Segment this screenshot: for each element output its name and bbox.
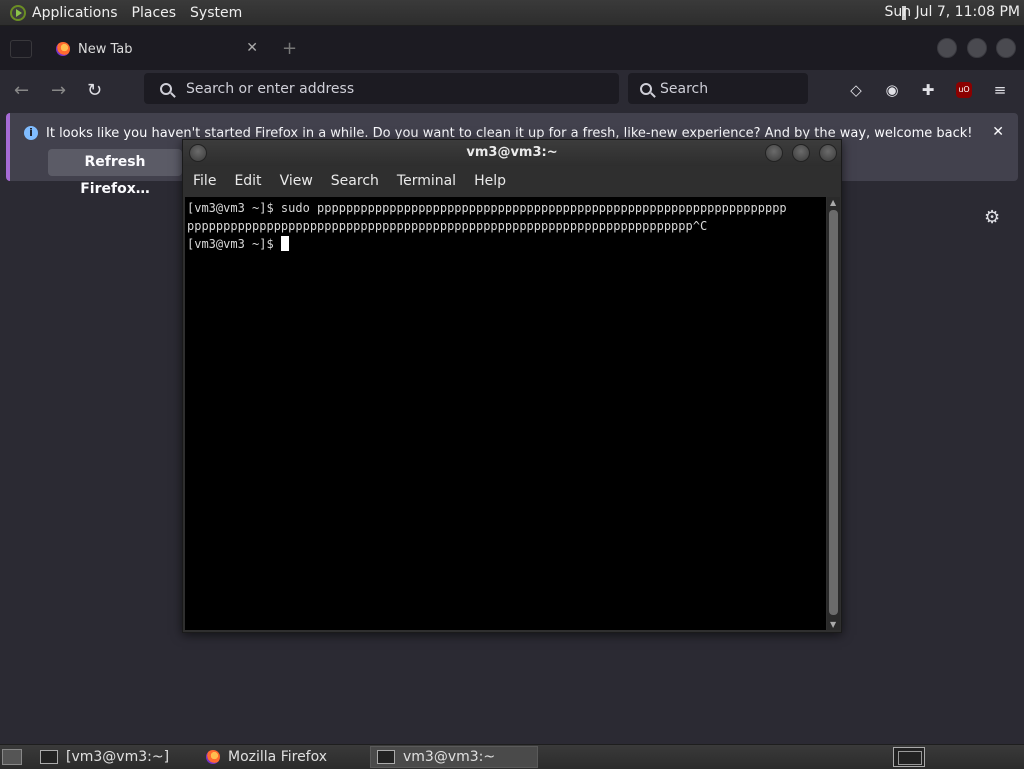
terminal-screen[interactable]: [vm3@vm3 ~]$ sudo pppppppppppppppppppppp…: [185, 197, 826, 630]
forward-arrow-icon[interactable]: →: [51, 80, 66, 101]
applications-menu[interactable]: Applications: [32, 5, 118, 21]
search-icon: [160, 82, 172, 95]
scroll-down-icon[interactable]: ▼: [830, 620, 836, 629]
info-icon: i: [24, 126, 38, 140]
scrollbar-thumb[interactable]: [829, 210, 838, 615]
terminal-title: vm3@vm3:~: [466, 145, 558, 160]
hamburger-menu-icon[interactable]: ≡: [992, 82, 1008, 98]
notification-close-icon[interactable]: ✕: [992, 124, 1004, 140]
terminal-menubar: File Edit View Search Terminal Help: [183, 166, 841, 196]
extensions-icon[interactable]: ✚: [920, 82, 936, 98]
system-menu[interactable]: System: [190, 5, 242, 21]
workspace-switcher[interactable]: [893, 747, 925, 767]
menu-help[interactable]: Help: [474, 173, 506, 189]
menu-file[interactable]: File: [193, 173, 216, 189]
taskbar-item-firefox[interactable]: Mozilla Firefox: [200, 746, 366, 768]
places-menu[interactable]: Places: [132, 5, 177, 21]
top-panel: Applications Places System Sun Jul 7, 11…: [0, 0, 1024, 26]
account-icon[interactable]: ◉: [884, 82, 900, 98]
menu-search[interactable]: Search: [331, 173, 379, 189]
pocket-icon[interactable]: ◇: [848, 82, 864, 98]
maximize-button[interactable]: [967, 38, 987, 58]
minimize-button[interactable]: [937, 38, 957, 58]
terminal-titlebar[interactable]: vm3@vm3:~: [183, 140, 841, 166]
search-bar[interactable]: Search: [628, 73, 808, 104]
terminal-line: [vm3@vm3 ~]$: [187, 235, 826, 253]
firefox-favicon-icon: [56, 42, 70, 56]
url-bar[interactable]: Search or enter address: [144, 73, 619, 104]
terminal-icon: [40, 750, 58, 764]
terminal-close-button[interactable]: [819, 144, 837, 162]
back-arrow-icon[interactable]: ←: [14, 80, 29, 101]
taskbar-item-label: Mozilla Firefox: [228, 749, 328, 765]
menu-terminal[interactable]: Terminal: [397, 173, 456, 189]
bottom-taskbar: [vm3@vm3:~] Mozilla Firefox vm3@vm3:~: [0, 744, 1024, 769]
terminal-window[interactable]: vm3@vm3:~ File Edit View Search Terminal…: [182, 139, 842, 633]
refresh-firefox-button[interactable]: Refresh Firefox…: [48, 149, 182, 197]
show-desktop-icon[interactable]: [2, 749, 22, 765]
terminal-maximize-button[interactable]: [792, 144, 810, 162]
taskbar-item-label: vm3@vm3:~: [403, 749, 496, 765]
distro-logo-icon[interactable]: [10, 4, 26, 21]
tab-title: New Tab: [78, 41, 133, 57]
close-window-button[interactable]: [996, 38, 1016, 58]
url-bar-placeholder: Search or enter address: [186, 80, 355, 97]
terminal-scrollbar[interactable]: ▲ ▼: [827, 197, 840, 630]
terminal-line: pppppppppppppppppppppppppppppppppppppppp…: [187, 219, 708, 233]
settings-gear-icon[interactable]: ⚙: [984, 207, 1000, 228]
search-icon: [640, 82, 652, 95]
terminal-icon: [377, 750, 395, 764]
reload-icon[interactable]: ↻: [87, 80, 102, 101]
text-cursor: [280, 236, 289, 251]
taskbar-item-label: [vm3@vm3:~]: [66, 749, 170, 765]
taskbar-item-terminal-2[interactable]: vm3@vm3:~: [370, 746, 538, 768]
terminal-line: [vm3@vm3 ~]$ sudo pppppppppppppppppppppp…: [187, 201, 787, 215]
firefox-view-icon[interactable]: [10, 40, 32, 58]
search-bar-placeholder: Search: [660, 80, 709, 97]
clock[interactable]: Sun Jul 7, 11:08 PM: [884, 4, 1020, 20]
firefox-icon: [206, 750, 220, 764]
new-tab-icon[interactable]: +: [282, 38, 297, 59]
firefox-tabbar: New Tab ✕ +: [0, 26, 1024, 70]
scroll-up-icon[interactable]: ▲: [830, 198, 836, 207]
ublock-origin-icon[interactable]: uO: [956, 82, 972, 98]
menu-edit[interactable]: Edit: [234, 173, 261, 189]
terminal-prompt: [vm3@vm3 ~]$: [187, 237, 281, 251]
taskbar-item-terminal-1[interactable]: [vm3@vm3:~]: [34, 746, 200, 768]
menu-view[interactable]: View: [280, 173, 313, 189]
terminal-minimize-button[interactable]: [765, 144, 783, 162]
tab-new-tab[interactable]: New Tab ✕: [44, 32, 268, 66]
tab-close-icon[interactable]: ✕: [246, 40, 258, 56]
